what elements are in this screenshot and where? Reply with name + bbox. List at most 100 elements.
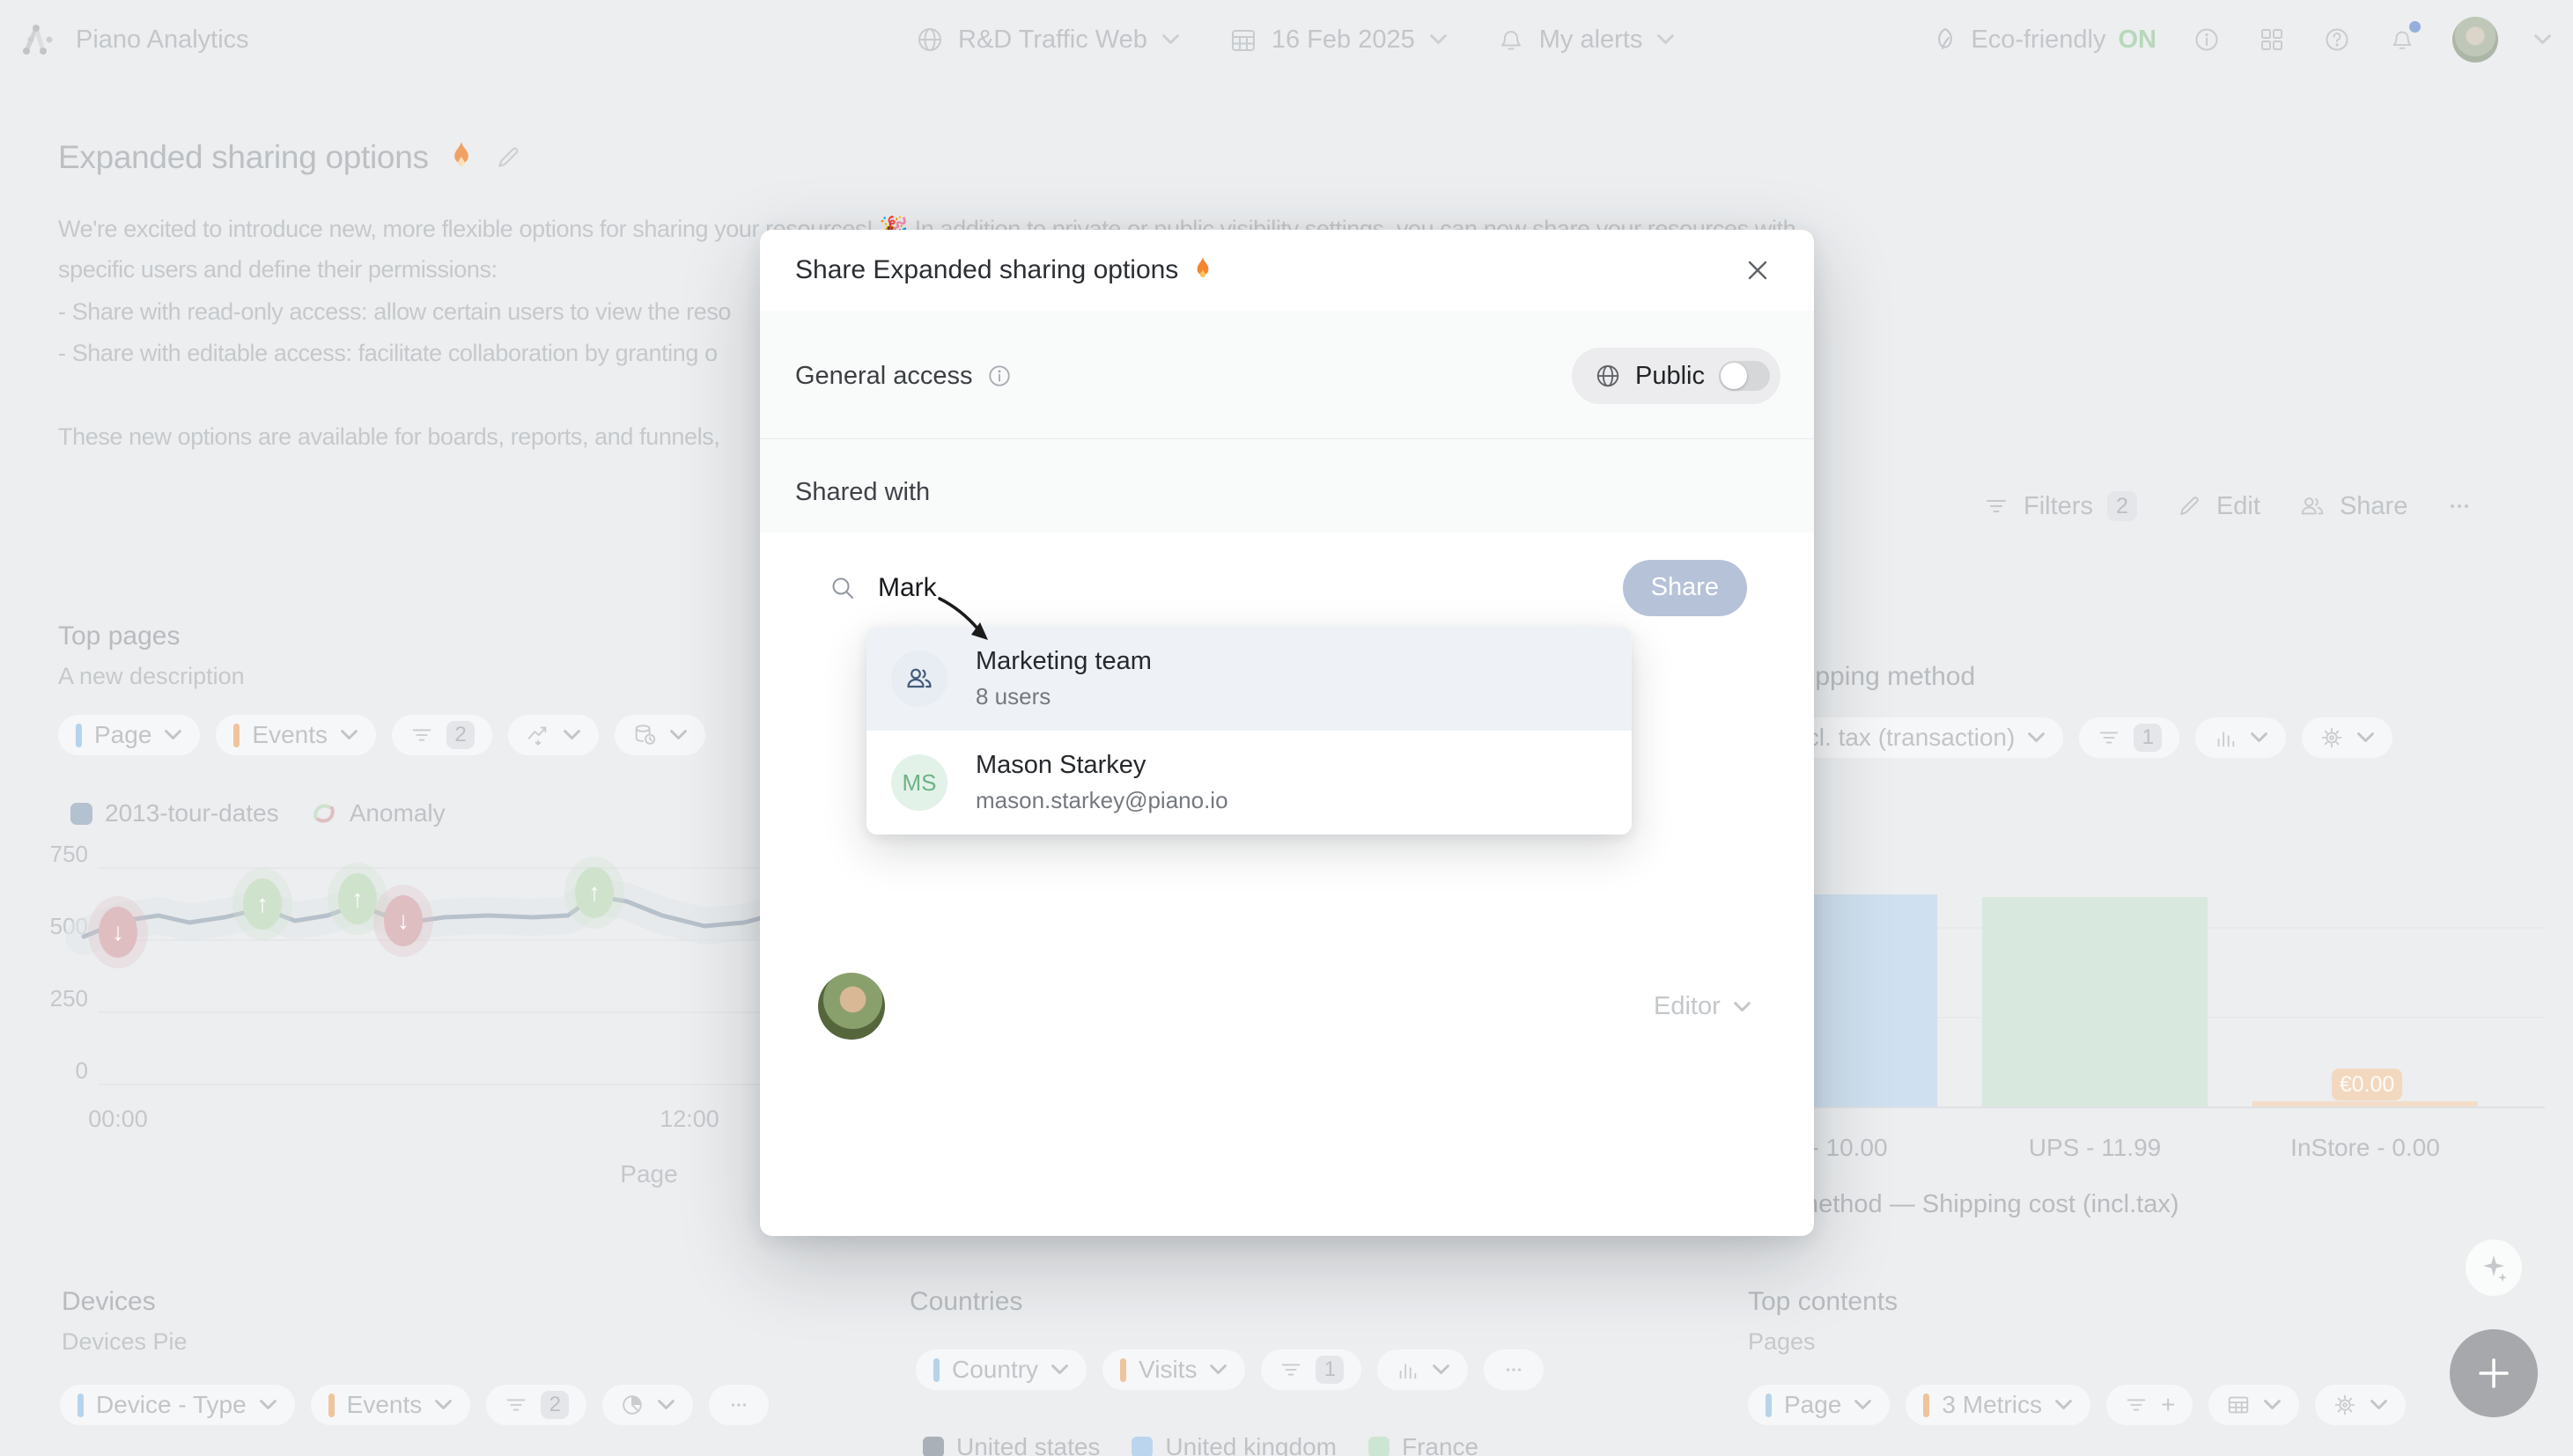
- info-icon[interactable]: [987, 364, 1012, 388]
- member-avatar-photo: [818, 973, 885, 1040]
- info-icon: [2193, 26, 2220, 53]
- metric-color-bar: [1120, 1358, 1126, 1382]
- help-button[interactable]: [2322, 25, 2352, 55]
- share-button[interactable]: Share: [2299, 492, 2407, 521]
- more-options-button[interactable]: [2446, 493, 2473, 519]
- chevron-down-icon: [2263, 1399, 2282, 1411]
- visibility-label: Public: [1635, 362, 1705, 391]
- metric-pill[interactable]: Events: [311, 1385, 471, 1425]
- legend-item[interactable]: United states: [923, 1433, 1100, 1456]
- more-options-pill[interactable]: [709, 1385, 769, 1425]
- filters-pill[interactable]: 2: [486, 1385, 586, 1425]
- close-button[interactable]: [1733, 246, 1782, 295]
- notifications-button[interactable]: [2387, 25, 2417, 55]
- edit-label: Edit: [2216, 492, 2260, 521]
- filter-icon: [2097, 725, 2121, 750]
- switch-knob: [1721, 363, 1747, 389]
- metric-pill[interactable]: 3 Metrics: [1906, 1385, 2090, 1425]
- filters-count-badge: 2: [446, 721, 475, 749]
- dimension-pill[interactable]: Page: [1748, 1385, 1890, 1425]
- edit-button[interactable]: Edit: [2176, 492, 2260, 521]
- ai-assistant-button[interactable]: [2466, 1239, 2522, 1296]
- add-widget-fab[interactable]: [2450, 1329, 2538, 1417]
- suggestion-mason-starkey[interactable]: MS Mason Starkey mason.starkey@piano.io: [866, 731, 1632, 835]
- user-avatar[interactable]: [2452, 17, 2498, 63]
- dimension-pill[interactable]: Country: [916, 1349, 1087, 1390]
- devices-controls: Device - Type Events 2: [60, 1385, 769, 1425]
- metric-pill[interactable]: Visits: [1102, 1349, 1245, 1390]
- x-axis-title: Page: [592, 1160, 706, 1188]
- suggestion-detail: 8 users: [976, 683, 1152, 710]
- data-source-pill[interactable]: [615, 715, 705, 755]
- dimension-pill[interactable]: Device - Type: [60, 1385, 295, 1425]
- filters-count-badge: 2: [541, 1391, 569, 1419]
- eco-friendly-toggle[interactable]: Eco-friendly ON: [1932, 26, 2156, 55]
- legend-label: United kingdom: [1165, 1433, 1337, 1456]
- sort-trend-pill[interactable]: [508, 715, 599, 755]
- apps-grid-button[interactable]: [2257, 25, 2287, 55]
- globe-icon: [1595, 363, 1621, 389]
- workspace-selector[interactable]: R&D Traffic Web: [916, 26, 1180, 55]
- add-filter-pill[interactable]: +: [2106, 1385, 2193, 1425]
- filters-pill[interactable]: 1: [1261, 1349, 1361, 1390]
- settings-pill[interactable]: [2315, 1385, 2406, 1425]
- dimension-label: Country: [952, 1356, 1038, 1384]
- member-role-dropdown[interactable]: Editor: [1654, 992, 1751, 1021]
- edit-title-button[interactable]: [494, 143, 522, 172]
- public-switch[interactable]: [1719, 361, 1770, 391]
- filters-pill[interactable]: 2: [392, 715, 492, 755]
- bar-value-badge: €0.00: [2332, 1069, 2402, 1100]
- notification-dot: [2409, 21, 2421, 33]
- search-icon: [829, 574, 857, 602]
- legend-item[interactable]: United kingdom: [1132, 1433, 1337, 1456]
- share-search-input[interactable]: [878, 573, 1602, 603]
- bar-label: InStore - 0.00: [2233, 1134, 2497, 1162]
- topbar: Piano Analytics R&D Traffic Web 16 Feb 2…: [0, 0, 2573, 79]
- metric-pill[interactable]: Events: [216, 715, 376, 755]
- anomaly-marker-down: ↓: [99, 907, 137, 958]
- suggestion-name: Marketing team: [976, 647, 1152, 676]
- bar-chart-icon: [2213, 725, 2238, 750]
- pencil-icon: [494, 143, 522, 172]
- my-alerts-menu[interactable]: My alerts: [1497, 26, 1676, 55]
- topbar-center: R&D Traffic Web 16 Feb 2025 My alerts: [916, 0, 1675, 79]
- chevron-down-icon: [2250, 732, 2268, 744]
- board-toolbar: Filters 2 Edit Share: [1983, 486, 2473, 526]
- table-icon: [2226, 1393, 2251, 1417]
- chevron-down-icon: [2027, 732, 2046, 744]
- suggestion-detail: mason.starkey@piano.io: [976, 787, 1228, 814]
- chart-type-pill[interactable]: [602, 1385, 693, 1425]
- legend-anomaly-item[interactable]: Anomaly: [311, 799, 446, 827]
- dimension-pill[interactable]: Page: [58, 715, 200, 755]
- filters-label: Filters: [2024, 492, 2093, 521]
- widget-top-contents-subtitle: Pages: [1748, 1328, 1816, 1356]
- chart-type-pill[interactable]: [2195, 717, 2286, 758]
- share-submit-button[interactable]: Share: [1623, 560, 1747, 616]
- widget-top-pages-subtitle: A new description: [58, 663, 245, 690]
- anomaly-marker-down: ↓: [384, 895, 423, 946]
- filters-button[interactable]: Filters 2: [1983, 491, 2137, 521]
- suggestion-marketing-team[interactable]: Marketing team 8 users: [866, 627, 1632, 731]
- pie-chart-icon: [620, 1393, 645, 1417]
- legend-item[interactable]: France: [1368, 1433, 1478, 1456]
- date-range-picker[interactable]: 16 Feb 2025: [1229, 26, 1448, 55]
- chart-type-pill[interactable]: [2208, 1385, 2299, 1425]
- share-dialog: Share Expanded sharing options General a…: [760, 230, 1814, 1236]
- shipping-controls: incl. tax (transaction) 1: [1770, 717, 2392, 758]
- bullet-readonly: - Share with read-only access: allow cer…: [58, 298, 731, 326]
- filter-icon: [2124, 1393, 2149, 1417]
- legend-series-item[interactable]: 2013-tour-dates: [70, 799, 279, 827]
- settings-pill[interactable]: [2302, 717, 2392, 758]
- metric-label: 3 Metrics: [1942, 1391, 2042, 1419]
- chevron-down-icon: [2370, 1399, 2388, 1411]
- database-clock-icon: [632, 723, 657, 747]
- chevron-down-icon: [2356, 732, 2375, 744]
- anomaly-ring-icon: [311, 800, 337, 827]
- series-swatch: [70, 803, 92, 825]
- visibility-toggle[interactable]: Public: [1572, 348, 1780, 404]
- chart-type-pill[interactable]: [1377, 1349, 1468, 1390]
- filters-pill[interactable]: 1: [2079, 717, 2179, 758]
- suggestion-name: Mason Starkey: [976, 751, 1228, 780]
- info-button[interactable]: [2192, 25, 2222, 55]
- more-options-pill[interactable]: [1484, 1349, 1544, 1390]
